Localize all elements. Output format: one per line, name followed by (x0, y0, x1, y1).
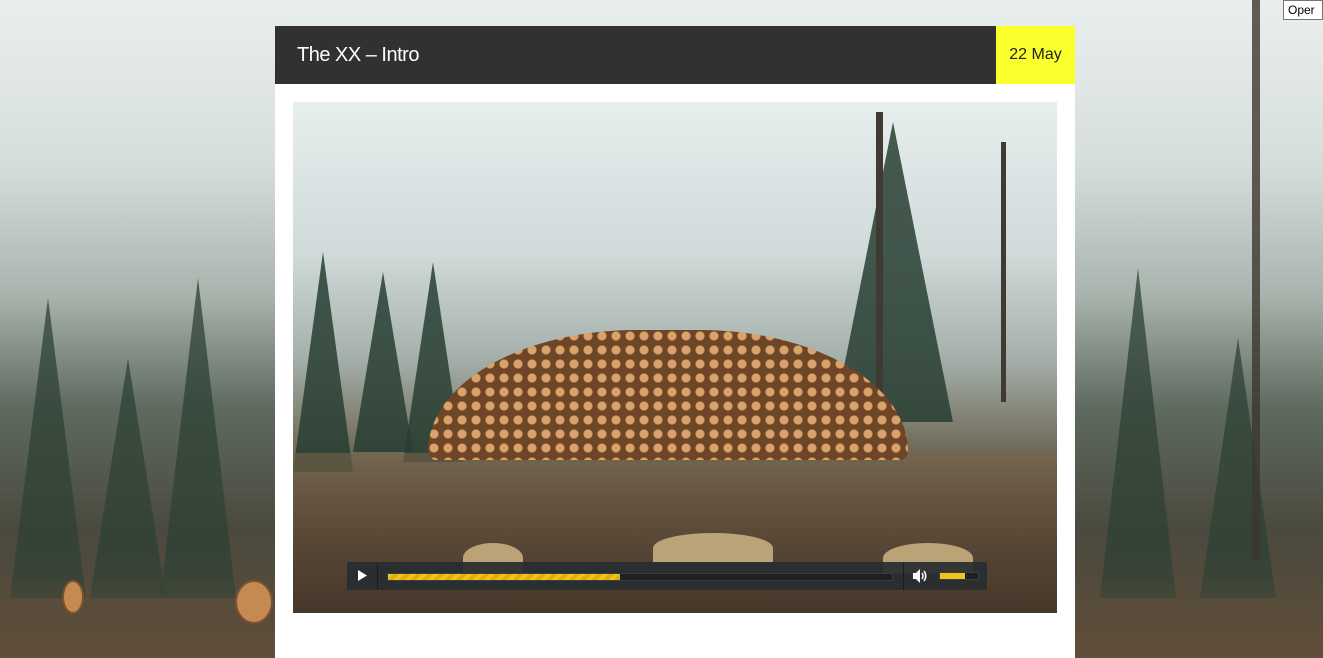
bg-log (235, 580, 273, 624)
bg-tree (1100, 268, 1176, 598)
progress-fill (388, 574, 620, 580)
bg-tree (1200, 338, 1276, 598)
play-icon (358, 570, 367, 581)
volume-slider[interactable] (939, 572, 979, 580)
bg-log (62, 580, 84, 614)
volume-fill (940, 573, 965, 579)
video-media[interactable] (293, 102, 1057, 613)
volume-icon (913, 569, 927, 583)
tooltip: Oper (1283, 0, 1323, 20)
poster-trunk (876, 112, 883, 422)
poster-trunk (1001, 142, 1006, 402)
bg-tree (160, 278, 236, 598)
date-badge: 22 May (996, 26, 1075, 84)
bg-tree (10, 298, 86, 598)
mute-button[interactable] (903, 562, 936, 590)
post-article: The XX – Intro 22 May (275, 26, 1075, 658)
audio-player (347, 562, 987, 590)
post-header: The XX – Intro 22 May (275, 26, 1075, 84)
poster-tree (293, 252, 353, 472)
progress-slider[interactable] (387, 573, 893, 581)
bg-trunk (1252, 0, 1260, 560)
post-title[interactable]: The XX – Intro (297, 26, 419, 84)
grass-tuft (653, 533, 773, 563)
bg-tree (90, 358, 166, 598)
play-button[interactable] (347, 562, 378, 590)
